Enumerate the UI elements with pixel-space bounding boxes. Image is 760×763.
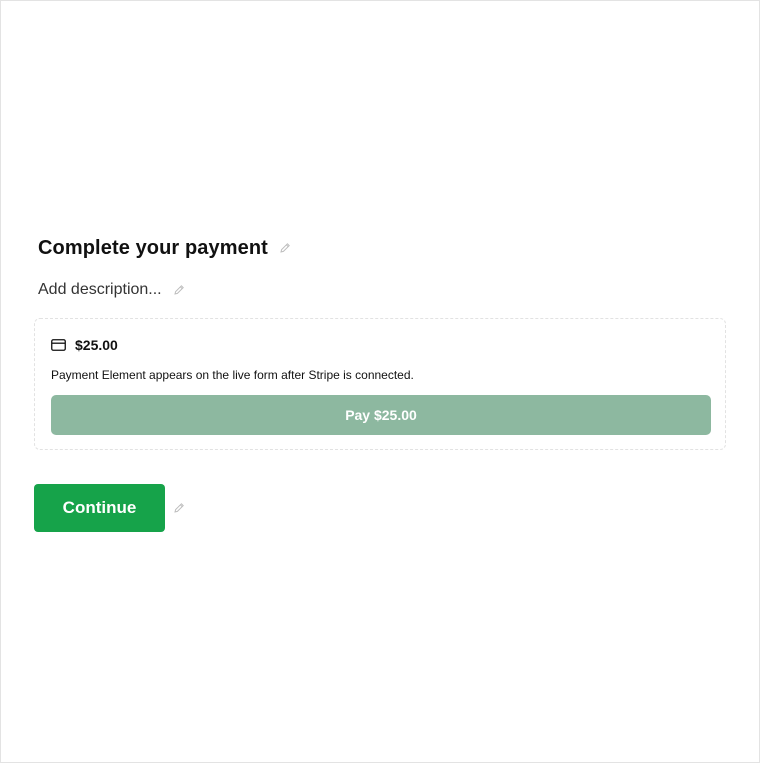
form-canvas: Complete your payment Add description... — [0, 0, 760, 763]
continue-row: Continue — [34, 484, 186, 532]
continue-button[interactable]: Continue — [34, 484, 165, 532]
description-placeholder[interactable]: Add description... — [38, 281, 162, 299]
form-title: Complete your payment — [38, 236, 268, 259]
credit-card-icon — [51, 339, 66, 351]
payment-element-note: Payment Element appears on the live form… — [51, 368, 414, 382]
payment-amount: $25.00 — [75, 337, 118, 353]
description-row: Add description... — [38, 279, 186, 301]
edit-title-pencil-icon[interactable] — [278, 241, 292, 255]
payment-element-placeholder: $25.00 Payment Element appears on the li… — [34, 318, 726, 450]
edit-button-pencil-icon[interactable] — [172, 501, 186, 515]
pay-button[interactable]: Pay $25.00 — [51, 395, 711, 435]
amount-row: $25.00 — [51, 337, 118, 353]
title-row: Complete your payment — [38, 235, 292, 261]
edit-description-pencil-icon[interactable] — [172, 283, 186, 297]
